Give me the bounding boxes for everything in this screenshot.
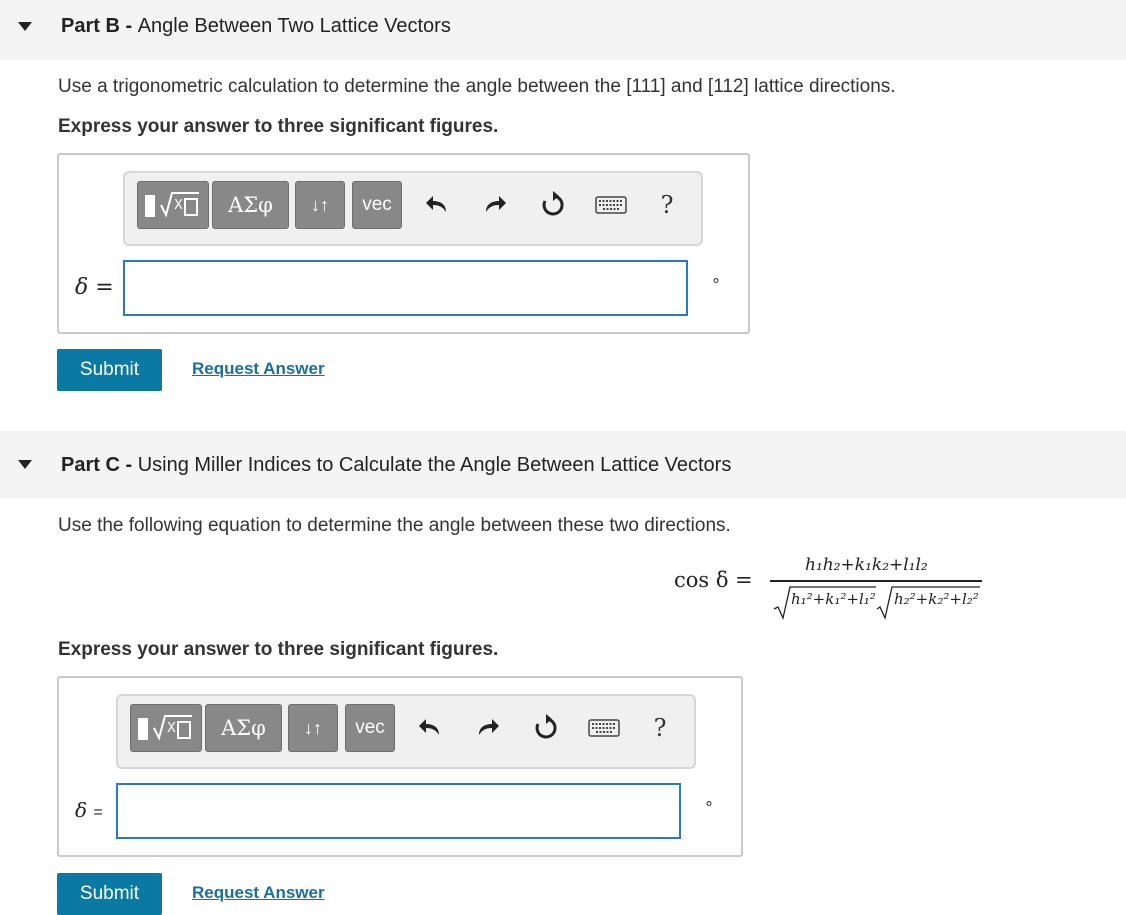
part-c-title: Part C - Using Miller Indices to Calcula… xyxy=(61,454,731,477)
part-b-request-answer-link[interactable]: Request Answer xyxy=(192,359,325,379)
title-separator: - xyxy=(119,454,138,476)
degree-unit: ∘ xyxy=(711,272,722,289)
title-separator: - xyxy=(119,15,138,37)
equals-sign: = xyxy=(95,275,114,300)
part-b-delta-label: δ = xyxy=(75,275,114,300)
undo-icon[interactable] xyxy=(419,187,455,223)
delta-symbol: δ xyxy=(75,275,89,300)
part-b-title: Part B - Angle Between Two Lattice Vecto… xyxy=(61,15,451,38)
part-c-request-answer-link[interactable]: Request Answer xyxy=(192,883,325,903)
part-b-submit-button[interactable]: Submit xyxy=(57,349,162,391)
part-c-answer-input[interactable] xyxy=(116,783,681,839)
equation-numerator: h₁h₂+k₁k₂+l₁l₂ xyxy=(805,555,928,575)
collapse-caret-icon[interactable] xyxy=(18,22,32,31)
greek-letters-button[interactable]: ΑΣφ xyxy=(212,181,289,229)
part-c-title-text: Using Miller Indices to Calculate the An… xyxy=(137,454,732,476)
collapse-caret-icon[interactable] xyxy=(18,460,32,469)
part-b-instruction: Use a trigonometric calculation to deter… xyxy=(58,76,896,97)
svg-text:X: X xyxy=(174,198,183,213)
part-c-math-toolbar: X ΑΣφ ↓↑ vec ? xyxy=(116,694,696,769)
arrows-button[interactable]: ↓↑ xyxy=(288,704,338,752)
arrows-button[interactable]: ↓↑ xyxy=(295,181,345,229)
cosine-equation: cos δ = h₁h₂+k₁k₂+l₁l₂ h₁²+k₁²+l₁² h₂²+k… xyxy=(674,552,994,622)
redo-icon[interactable] xyxy=(470,710,506,746)
fraction-bar xyxy=(770,580,982,582)
part-c-precision-note: Express your answer to three significant… xyxy=(58,639,499,660)
vec-button[interactable]: vec xyxy=(352,181,402,229)
equals-sign: = xyxy=(93,804,103,821)
part-b-precision-note: Express your answer to three significant… xyxy=(58,116,499,137)
part-b-header[interactable]: Part B - Angle Between Two Lattice Vecto… xyxy=(0,0,1126,60)
templates-icon: X xyxy=(138,715,192,741)
undo-icon[interactable] xyxy=(412,710,448,746)
redo-icon[interactable] xyxy=(477,187,513,223)
keyboard-icon[interactable] xyxy=(593,187,629,223)
part-b-answer-box: X ΑΣφ ↓↑ vec ? δ = ∘ xyxy=(57,153,750,334)
part-b-label: Part B xyxy=(61,15,120,37)
greek-letters-button[interactable]: ΑΣφ xyxy=(205,704,282,752)
vec-button[interactable]: vec xyxy=(345,704,395,752)
part-c-instruction: Use the following equation to determine … xyxy=(58,515,731,536)
part-b-title-text: Angle Between Two Lattice Vectors xyxy=(137,15,451,37)
part-c-answer-box: X ΑΣφ ↓↑ vec ? δ = ∘ xyxy=(57,676,743,857)
part-c-header[interactable]: Part C - Using Miller Indices to Calcula… xyxy=(0,431,1126,498)
reset-icon[interactable] xyxy=(528,710,564,746)
delta-symbol: δ xyxy=(75,798,88,822)
part-c-label: Part C xyxy=(61,454,120,476)
part-c-delta-label: δ = xyxy=(75,798,103,822)
reset-icon[interactable] xyxy=(535,187,571,223)
equation-lhs: cos δ = xyxy=(674,568,753,592)
templates-button[interactable]: X xyxy=(137,181,209,229)
templates-button[interactable]: X xyxy=(130,704,202,752)
svg-text:X: X xyxy=(167,721,176,736)
help-icon[interactable]: ? xyxy=(642,710,678,746)
equation-denominator-right: h₂²+k₂²+l₂² xyxy=(894,590,979,608)
keyboard-icon[interactable] xyxy=(586,710,622,746)
help-icon[interactable]: ? xyxy=(649,187,685,223)
part-c-submit-button[interactable]: Submit xyxy=(57,873,162,915)
equation-denominator-left: h₁²+k₁²+l₁² xyxy=(791,590,876,608)
degree-unit: ∘ xyxy=(704,795,715,812)
part-b-answer-input[interactable] xyxy=(123,260,688,316)
part-b-math-toolbar: X ΑΣφ ↓↑ vec ? xyxy=(123,171,703,246)
templates-icon: X xyxy=(145,192,199,218)
